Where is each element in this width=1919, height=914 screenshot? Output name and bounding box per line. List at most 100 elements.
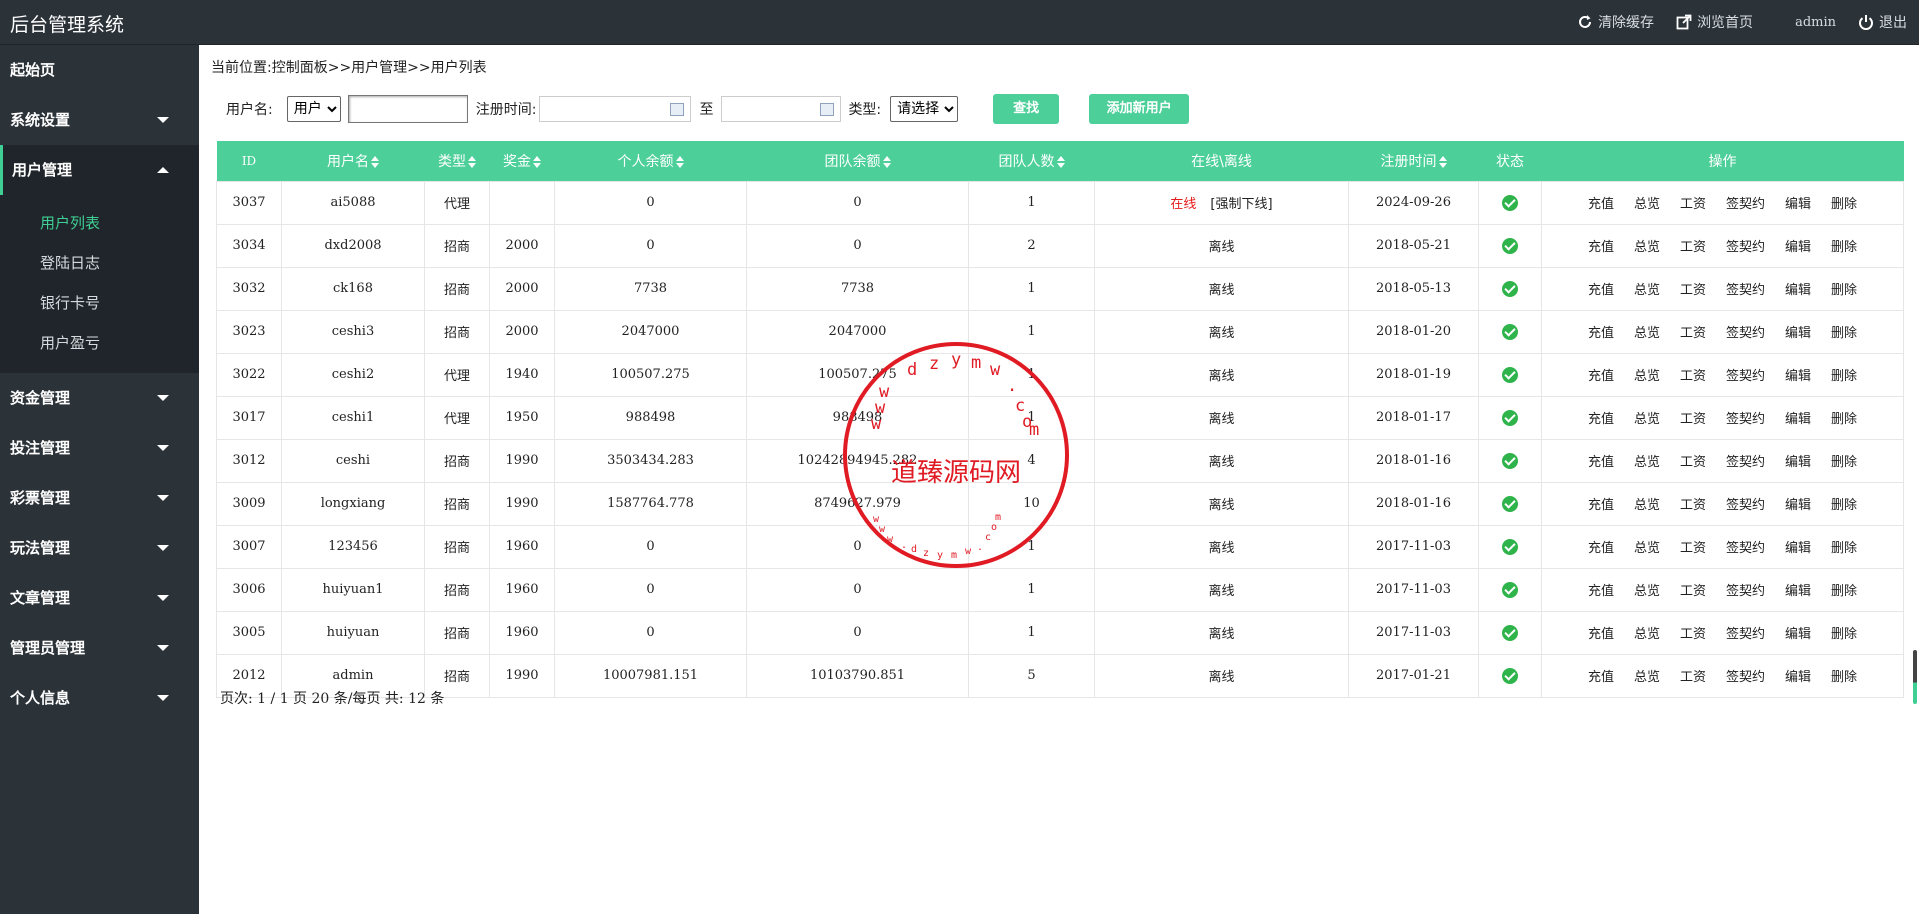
recharge-link[interactable]: 充值 — [1588, 627, 1614, 642]
overview-link[interactable]: 总览 — [1634, 240, 1660, 255]
recharge-link[interactable]: 充值 — [1588, 197, 1614, 212]
edit-link[interactable]: 编辑 — [1785, 412, 1811, 427]
delete-link[interactable]: 删除 — [1831, 326, 1857, 341]
logout-button[interactable]: 退出 — [1858, 12, 1907, 32]
regtime-start-input[interactable] — [539, 96, 692, 122]
delete-link[interactable]: 删除 — [1831, 283, 1857, 298]
col-header-type[interactable]: 类型 — [425, 141, 490, 181]
overview-link[interactable]: 总览 — [1634, 627, 1660, 642]
edit-link[interactable]: 编辑 — [1785, 197, 1811, 212]
type-select[interactable]: 请选择 — [890, 96, 959, 122]
sign-contract-link[interactable]: 签契约 — [1726, 455, 1765, 470]
sign-contract-link[interactable]: 签契约 — [1726, 670, 1765, 685]
check-circle-icon[interactable] — [1502, 323, 1518, 340]
search-button[interactable]: 查找 — [993, 94, 1060, 124]
recharge-link[interactable]: 充值 — [1588, 240, 1614, 255]
overview-link[interactable]: 总览 — [1634, 412, 1660, 427]
edit-link[interactable]: 编辑 — [1785, 326, 1811, 341]
sidebar-subitem-login-log[interactable]: 登陆日志 — [0, 243, 199, 283]
sort-icon[interactable] — [1056, 155, 1065, 168]
edit-link[interactable]: 编辑 — [1785, 240, 1811, 255]
salary-link[interactable]: 工资 — [1680, 670, 1706, 685]
delete-link[interactable]: 删除 — [1831, 670, 1857, 685]
col-header-bonus[interactable]: 奖金 — [490, 141, 555, 181]
sort-icon[interactable] — [371, 155, 379, 168]
sidebar-item-user-management[interactable]: 用户管理 — [0, 145, 199, 195]
salary-link[interactable]: 工资 — [1680, 455, 1706, 470]
overview-link[interactable]: 总览 — [1634, 584, 1660, 599]
sidebar-item-profile[interactable]: 个人信息 — [0, 673, 199, 723]
recharge-link[interactable]: 充值 — [1588, 498, 1614, 513]
sidebar-subitem-bank-cards[interactable]: 银行卡号 — [0, 283, 199, 323]
recharge-link[interactable]: 充值 — [1588, 455, 1614, 470]
salary-link[interactable]: 工资 — [1680, 369, 1706, 384]
check-circle-icon[interactable] — [1502, 366, 1518, 383]
sort-icon[interactable] — [468, 155, 476, 168]
sidebar-subitem-user-profit[interactable]: 用户盈亏 — [0, 323, 199, 363]
delete-link[interactable]: 删除 — [1831, 584, 1857, 599]
force-offline-link[interactable]: [强制下线] — [1210, 197, 1272, 212]
current-user[interactable]: admin — [1795, 12, 1836, 32]
sign-contract-link[interactable]: 签契约 — [1726, 584, 1765, 599]
sort-icon[interactable] — [533, 155, 541, 168]
overview-link[interactable]: 总览 — [1634, 197, 1660, 212]
sidebar-item-articles[interactable]: 文章管理 — [0, 573, 199, 623]
check-circle-icon[interactable] — [1502, 237, 1518, 254]
check-circle-icon[interactable] — [1502, 581, 1518, 598]
delete-link[interactable]: 删除 — [1831, 541, 1857, 556]
overview-link[interactable]: 总览 — [1634, 498, 1660, 513]
sign-contract-link[interactable]: 签契约 — [1726, 627, 1765, 642]
edit-link[interactable]: 编辑 — [1785, 627, 1811, 642]
edit-link[interactable]: 编辑 — [1785, 670, 1811, 685]
sort-icon[interactable] — [1438, 155, 1447, 168]
col-header-reg-date[interactable]: 注册时间 — [1349, 141, 1479, 181]
clear-cache-button[interactable]: 清除缓存 — [1577, 12, 1654, 32]
edit-link[interactable]: 编辑 — [1785, 455, 1811, 470]
salary-link[interactable]: 工资 — [1680, 412, 1706, 427]
sidebar-item-funds[interactable]: 资金管理 — [0, 373, 199, 423]
overview-link[interactable]: 总览 — [1634, 369, 1660, 384]
recharge-link[interactable]: 充值 — [1588, 326, 1614, 341]
check-circle-icon[interactable] — [1502, 452, 1518, 469]
delete-link[interactable]: 删除 — [1831, 369, 1857, 384]
sign-contract-link[interactable]: 签契约 — [1726, 240, 1765, 255]
sign-contract-link[interactable]: 签契约 — [1726, 283, 1765, 298]
sidebar-item-lottery[interactable]: 彩票管理 — [0, 473, 199, 523]
recharge-link[interactable]: 充值 — [1588, 283, 1614, 298]
sidebar-item-system-settings[interactable]: 系统设置 — [0, 95, 199, 145]
salary-link[interactable]: 工资 — [1680, 541, 1706, 556]
scrollbar[interactable] — [1913, 650, 1917, 704]
delete-link[interactable]: 删除 — [1831, 412, 1857, 427]
add-user-button[interactable]: 添加新用户 — [1089, 94, 1190, 124]
overview-link[interactable]: 总览 — [1634, 326, 1660, 341]
delete-link[interactable]: 删除 — [1831, 240, 1857, 255]
delete-link[interactable]: 删除 — [1831, 197, 1857, 212]
salary-link[interactable]: 工资 — [1680, 498, 1706, 513]
edit-link[interactable]: 编辑 — [1785, 584, 1811, 599]
delete-link[interactable]: 删除 — [1831, 498, 1857, 513]
salary-link[interactable]: 工资 — [1680, 326, 1706, 341]
col-header-balance[interactable]: 个人余额 — [555, 141, 747, 181]
edit-link[interactable]: 编辑 — [1785, 283, 1811, 298]
salary-link[interactable]: 工资 — [1680, 283, 1706, 298]
check-circle-icon[interactable] — [1502, 280, 1518, 297]
check-circle-icon[interactable] — [1502, 409, 1518, 426]
sign-contract-link[interactable]: 签契约 — [1726, 197, 1765, 212]
edit-link[interactable]: 编辑 — [1785, 369, 1811, 384]
username-input[interactable] — [347, 95, 468, 123]
salary-link[interactable]: 工资 — [1680, 197, 1706, 212]
sign-contract-link[interactable]: 签契约 — [1726, 369, 1765, 384]
edit-link[interactable]: 编辑 — [1785, 498, 1811, 513]
sign-contract-link[interactable]: 签契约 — [1726, 498, 1765, 513]
sidebar-item-admins[interactable]: 管理员管理 — [0, 623, 199, 673]
sidebar-subitem-user-list[interactable]: 用户列表 — [0, 203, 199, 243]
overview-link[interactable]: 总览 — [1634, 541, 1660, 556]
overview-link[interactable]: 总览 — [1634, 670, 1660, 685]
overview-link[interactable]: 总览 — [1634, 283, 1660, 298]
sidebar-item-start[interactable]: 起始页 — [0, 45, 199, 95]
sort-icon[interactable] — [675, 155, 684, 168]
sign-contract-link[interactable]: 签契约 — [1726, 326, 1765, 341]
recharge-link[interactable]: 充值 — [1588, 412, 1614, 427]
recharge-link[interactable]: 充值 — [1588, 670, 1614, 685]
salary-link[interactable]: 工资 — [1680, 627, 1706, 642]
